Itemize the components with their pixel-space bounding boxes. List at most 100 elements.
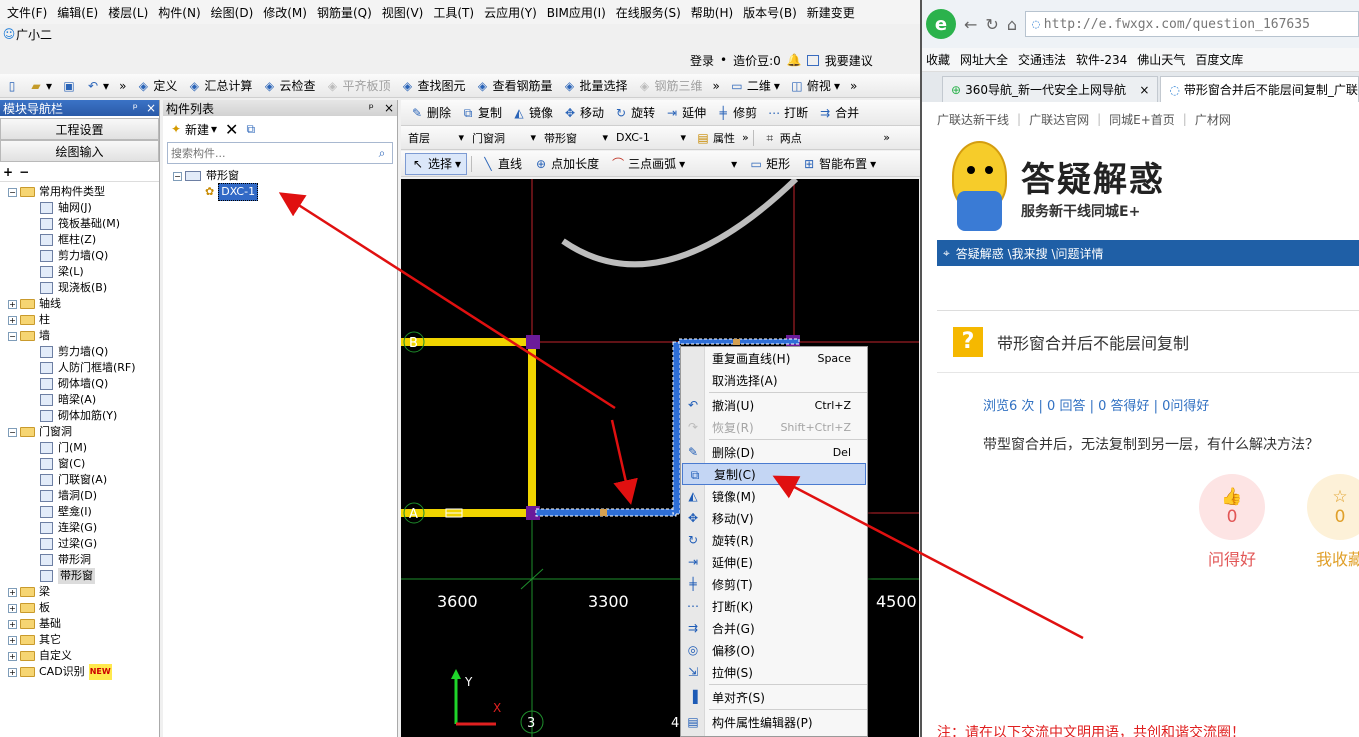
tree-toggle[interactable]: + xyxy=(8,635,17,645)
arc-button[interactable]: ⌒ 三点画弧 ▾ xyxy=(606,153,690,175)
bookmarks-label[interactable]: 收藏 xyxy=(926,51,950,68)
menu-item[interactable]: BIM应用(I) xyxy=(542,4,611,21)
wall-vertical[interactable] xyxy=(528,342,536,517)
edit-tool-button[interactable]: ✎ 删除 xyxy=(405,102,456,124)
tree-node[interactable]: + 轴线 xyxy=(2,296,159,312)
collapse-all-icon[interactable]: − xyxy=(19,165,29,179)
back-icon[interactable]: ← xyxy=(964,15,977,34)
bookmark-item[interactable]: 交通违法 xyxy=(1018,51,1066,68)
toolbar-button[interactable]: ◈ 汇总计算 xyxy=(182,75,257,97)
assistant-label[interactable]: 广小二 xyxy=(16,26,52,43)
point-length-button[interactable]: ⊕ 点加长度 xyxy=(529,153,604,175)
tree-node[interactable]: 砌体墙(Q) xyxy=(2,376,159,392)
component-search-input[interactable] xyxy=(168,144,372,162)
project-settings-button[interactable]: 工程设置 xyxy=(0,118,159,140)
close-icon[interactable]: × xyxy=(384,101,394,115)
context-menu-item[interactable]: ⋯ 打断(K) xyxy=(681,595,867,617)
edit-tool-button[interactable]: ⧉ 复制 xyxy=(456,102,507,124)
context-menu-item[interactable]: ▤ 构件属性编辑器(P) xyxy=(681,711,867,733)
menu-item[interactable]: 楼层(L) xyxy=(103,4,153,21)
properties-button[interactable]: ▤ 属性 xyxy=(691,127,740,149)
context-menu-item[interactable]: ◭ 镜像(M) xyxy=(681,485,867,507)
toolbar-button[interactable]: ◈ 云检查 xyxy=(257,75,320,97)
category-dropdown[interactable]: 门窗洞 ▾ xyxy=(469,130,539,146)
edit-tool-button[interactable]: ⇉ 合并 xyxy=(813,102,864,124)
draw-input-button[interactable]: 绘图输入 xyxy=(0,140,159,162)
tree-node[interactable]: − 墙 xyxy=(2,328,159,344)
column[interactable] xyxy=(526,335,540,349)
menu-item[interactable]: 云应用(Y) xyxy=(479,4,542,21)
tree-node[interactable]: 连梁(G) xyxy=(2,520,159,536)
grip-point[interactable] xyxy=(733,339,740,345)
assistant-icon[interactable]: ☺ xyxy=(2,27,16,41)
tree-node[interactable]: 轴网(J) xyxy=(2,200,159,216)
menu-item[interactable]: 钢筋量(Q) xyxy=(312,4,377,21)
context-menu-item[interactable]: ↶ 撤消(U) Ctrl+Z xyxy=(681,394,867,416)
bookmark-item[interactable]: 网址大全 xyxy=(960,51,1008,68)
site-link[interactable]: 广材网 xyxy=(1195,111,1231,128)
menu-item[interactable]: 构件(N) xyxy=(153,4,205,21)
site-link[interactable]: 同城E+首页 xyxy=(1109,111,1175,128)
tree-toggle[interactable]: + xyxy=(8,603,17,613)
tree-toggle[interactable]: + xyxy=(8,315,17,325)
edit-tool-button[interactable]: ✥ 移动 xyxy=(558,102,609,124)
floor-dropdown[interactable]: 首层 ▾ xyxy=(405,130,467,146)
overflow-button[interactable]: » xyxy=(883,131,920,144)
overflow-button[interactable]: » xyxy=(742,131,749,144)
arc-wall[interactable] xyxy=(561,179,799,268)
edit-tool-button[interactable]: ╪ 修剪 xyxy=(711,102,762,124)
wall-b[interactable] xyxy=(401,338,534,346)
bookmark-item[interactable]: 软件-234 xyxy=(1076,51,1127,68)
tree-node[interactable]: 门联窗(A) xyxy=(2,472,159,488)
new-file-button[interactable]: ▯ xyxy=(0,75,24,97)
tree-toggle[interactable]: + xyxy=(8,651,17,661)
grip-point[interactable] xyxy=(600,509,607,516)
save-button[interactable]: ▣ xyxy=(57,75,81,97)
select-button[interactable]: ↖ 选择 ▾ xyxy=(405,152,468,175)
close-icon[interactable]: × xyxy=(146,101,156,115)
tree-node[interactable]: 门(M) xyxy=(2,440,159,456)
overflow-button-2[interactable]: » xyxy=(708,75,725,97)
toolbar-button[interactable]: ◈ 查找图元 xyxy=(395,75,470,97)
context-menu-item[interactable]: ⧉ 复制(C) xyxy=(682,463,866,485)
url-field[interactable]: ◌ http://e.fwxgx.com/question_167635 xyxy=(1024,11,1359,37)
collapse-toggle[interactable]: − xyxy=(173,171,182,181)
wall-a[interactable] xyxy=(401,509,534,517)
ask-good-button[interactable]: 👍 0 问得好 xyxy=(1199,474,1265,570)
close-tab-icon[interactable]: × xyxy=(1139,83,1149,97)
tree-node[interactable]: 梁(L) xyxy=(2,264,159,280)
tree-toggle[interactable]: − xyxy=(8,331,17,341)
toolbar-button[interactable]: ◈ 批量选择 xyxy=(558,75,633,97)
pin-icon[interactable]: ᵖ xyxy=(369,101,374,115)
toolbar-button[interactable]: ◈ 钢筋三维 xyxy=(633,75,708,97)
tree-node[interactable]: 剪力墙(Q) xyxy=(2,248,159,264)
search-icon[interactable]: ⌕ xyxy=(372,146,392,161)
overflow-button[interactable]: » xyxy=(114,75,131,97)
bookmark-item[interactable]: 百度文库 xyxy=(1195,51,1243,68)
context-menu-item[interactable]: ✎ 删除(D) Del xyxy=(681,441,867,463)
expand-all-icon[interactable]: + xyxy=(3,165,13,179)
delete-component-icon[interactable]: ✕ xyxy=(225,120,238,139)
breadcrumb-text[interactable]: 答疑解惑 \我来搜 \问题详情 xyxy=(956,245,1104,262)
tree-toggle[interactable]: + xyxy=(8,587,17,597)
new-component-button[interactable]: ✦ 新建 ▾ xyxy=(169,121,217,138)
smart-layout-button[interactable]: ⊞ 智能布置 ▾ xyxy=(797,153,881,175)
component-item-dxc1[interactable]: DXC-1 xyxy=(218,183,259,201)
tree-node[interactable]: − 门窗洞 xyxy=(2,424,159,440)
tree-toggle[interactable]: + xyxy=(8,299,17,309)
suggest-link[interactable]: 我要建议 xyxy=(825,52,873,69)
tree-node[interactable]: + CAD识别 NEW xyxy=(2,664,159,680)
tree-node[interactable]: 暗梁(A) xyxy=(2,392,159,408)
browser-tab[interactable]: ◌ 带形窗合并后不能层间复制_广联 xyxy=(1160,76,1359,102)
tree-node[interactable]: 过梁(G) xyxy=(2,536,159,552)
tree-node[interactable]: 筏板基础(M) xyxy=(2,216,159,232)
tree-toggle[interactable]: + xyxy=(8,619,17,629)
context-menu-item[interactable]: 取消选择(A) xyxy=(681,369,867,391)
tree-node[interactable]: + 其它 xyxy=(2,632,159,648)
tree-node[interactable]: 人防门框墙(RF) xyxy=(2,360,159,376)
tree-node[interactable]: + 基础 xyxy=(2,616,159,632)
context-menu-item[interactable]: ◎ 偏移(O) xyxy=(681,639,867,661)
toolbar-button[interactable]: ◈ 平齐板顶 xyxy=(320,75,395,97)
context-menu-item[interactable]: ⇉ 合并(G) xyxy=(681,617,867,639)
tree-node[interactable]: 带形洞 xyxy=(2,552,159,568)
